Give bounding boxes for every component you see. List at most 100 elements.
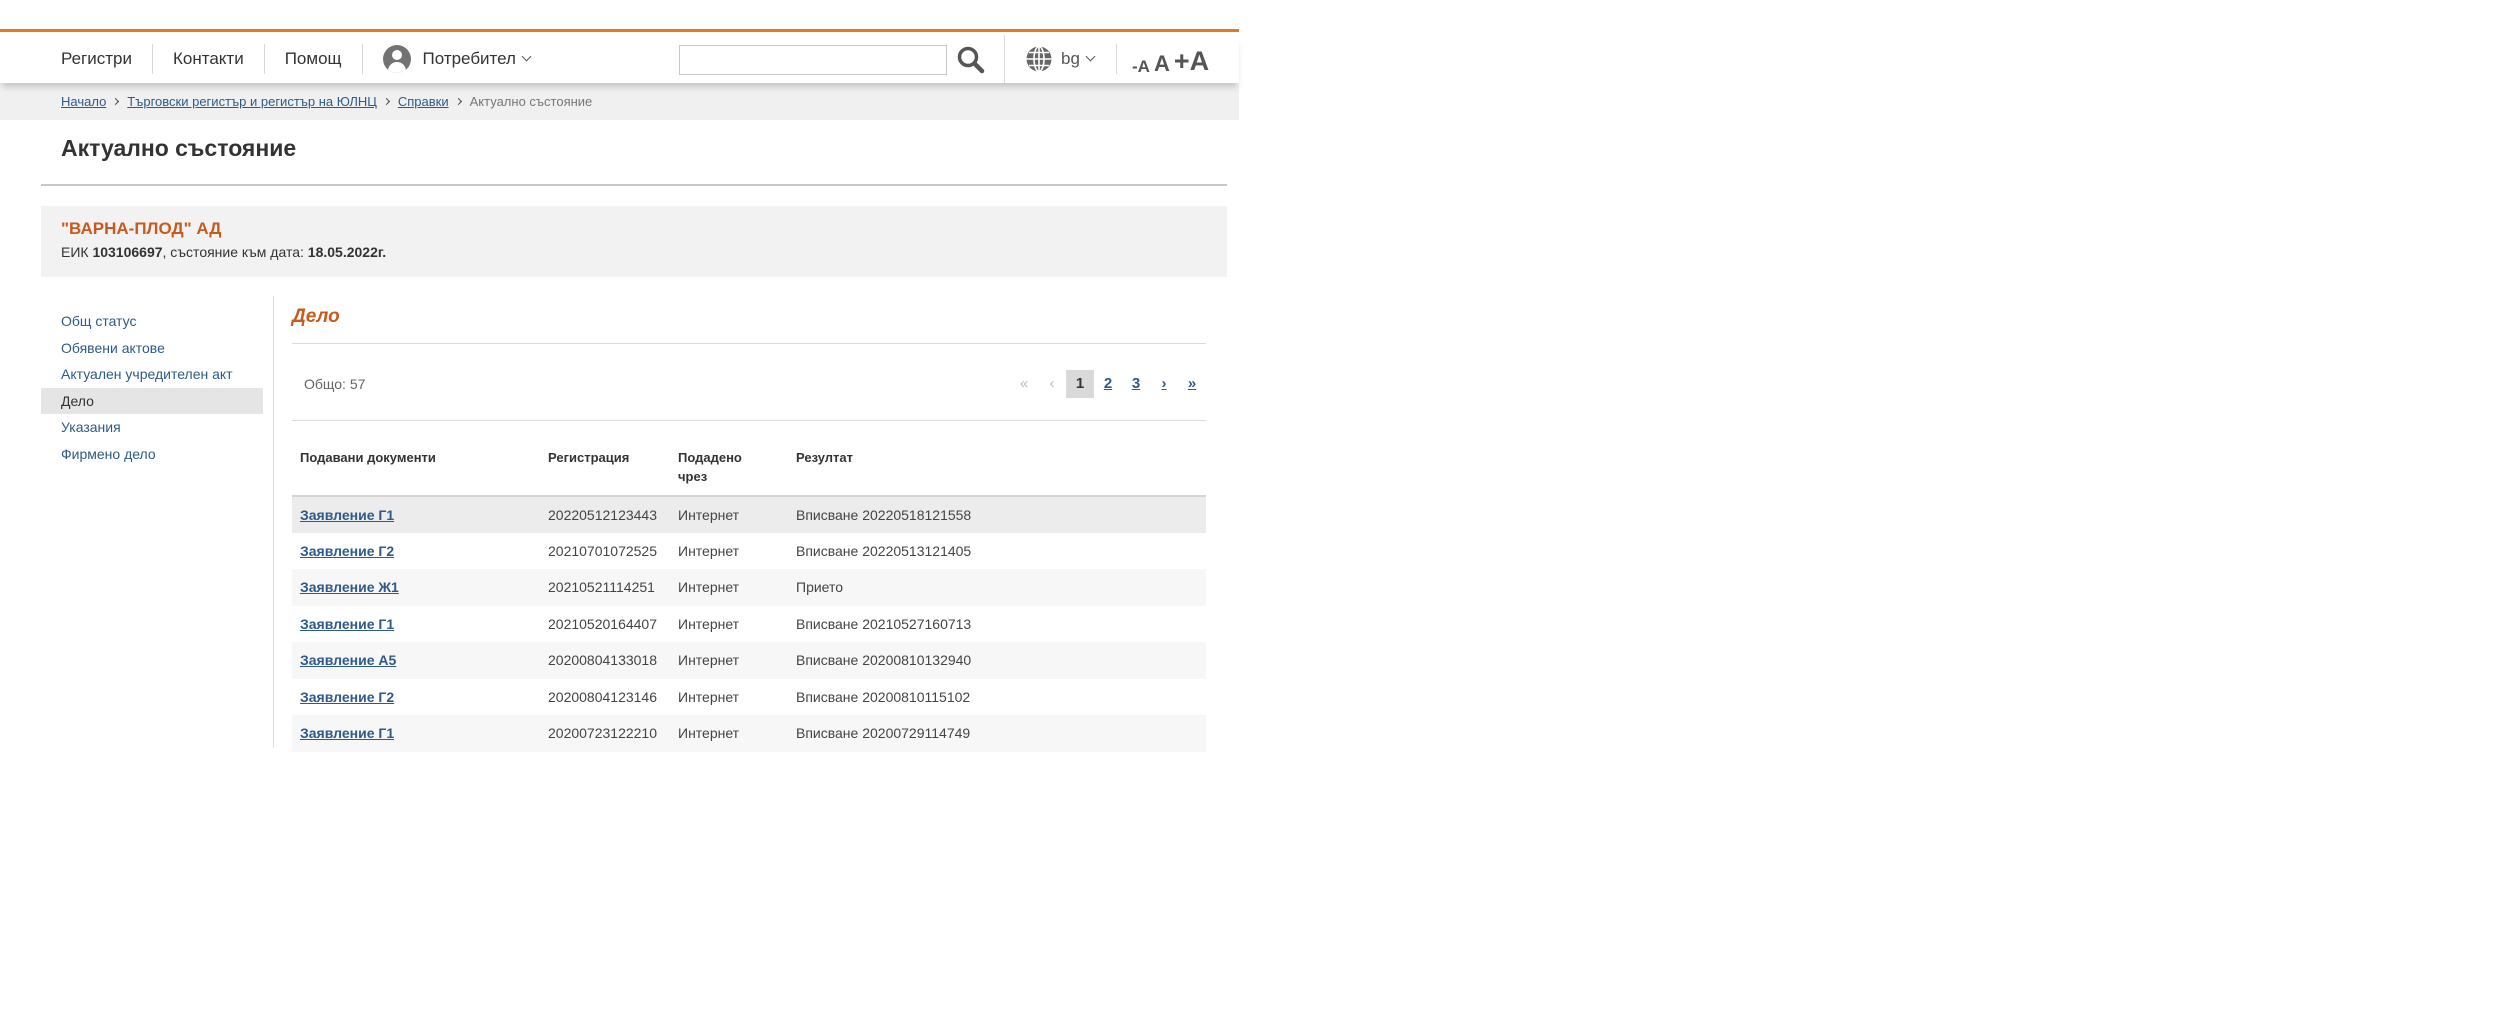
- cell-submitted: Интернет: [670, 605, 788, 642]
- table-row: Заявление А5 20200804133018 Интернет Впи…: [292, 642, 1206, 679]
- company-name: "ВАРНА-ПЛОД" АД: [61, 219, 222, 238]
- sidebar-item-founding-act[interactable]: Актуален учредителен акт: [41, 361, 263, 388]
- sidebar-item-company-file[interactable]: Фирмено дело: [41, 441, 263, 468]
- col-header-submitted-line1: Подадено: [678, 450, 742, 465]
- cell-registration: 20220512123443: [540, 496, 670, 533]
- breadcrumb-reports[interactable]: Справки: [398, 94, 449, 109]
- user-icon: [382, 45, 411, 73]
- cell-submitted: Интернет: [670, 496, 788, 533]
- page-title: Актуално състояние: [61, 135, 297, 161]
- breadcrumb-home[interactable]: Начало: [61, 94, 106, 109]
- nav-contacts[interactable]: Контакти: [153, 44, 265, 74]
- search-icon: [957, 46, 985, 74]
- pagination: « ‹ 1 2 3 › »: [1010, 370, 1206, 398]
- cell-submitted: Интернет: [670, 569, 788, 606]
- main-header: Регистри Контакти Помощ Потребител bg -A…: [0, 35, 1239, 83]
- document-link[interactable]: Заявление Г1: [300, 725, 394, 741]
- pager-page-1[interactable]: 1: [1066, 370, 1094, 398]
- sidebar-item-announced-acts[interactable]: Обявени актове: [41, 335, 263, 362]
- cell-registration: 20200723122210: [540, 715, 670, 752]
- pager-page-3[interactable]: 3: [1122, 370, 1150, 398]
- document-link[interactable]: Заявление Ж1: [300, 579, 399, 595]
- cell-result: Вписване 20220513121405: [788, 532, 1206, 569]
- eik-label: ЕИК: [61, 244, 93, 260]
- cell-submitted: Интернет: [670, 678, 788, 715]
- cell-result: Вписване 20210527160713: [788, 605, 1206, 642]
- font-size-controls: -A A +A: [1132, 43, 1213, 77]
- table-row: Заявление Г1 20220512123443 Интернет Впи…: [292, 496, 1206, 533]
- chevron-right-icon: [454, 97, 462, 106]
- col-header-submitted-line2: чрез: [678, 469, 708, 484]
- table-row: Заявление Г2 20200804123146 Интернет Впи…: [292, 678, 1206, 715]
- pager-first: «: [1019, 375, 1029, 392]
- cell-result: Вписване 20200810115102: [788, 678, 1206, 715]
- cell-submitted: Интернет: [670, 715, 788, 752]
- cell-document: Заявление Г1: [292, 496, 540, 533]
- cell-registration: 20210701072525: [540, 532, 670, 569]
- font-normal-button[interactable]: A: [1154, 53, 1170, 75]
- total-count: Общо: 57: [304, 376, 366, 392]
- cell-document: Заявление Ж1: [292, 569, 540, 606]
- search-button[interactable]: [955, 44, 987, 76]
- cell-document: Заявление Г2: [292, 678, 540, 715]
- cell-document: Заявление Г1: [292, 715, 540, 752]
- cell-document: Заявление Г2: [292, 532, 540, 569]
- chevron-down-icon: [521, 51, 532, 61]
- nav-help[interactable]: Помощ: [265, 44, 363, 74]
- company-panel: "ВАРНА-ПЛОД" АД ЕИК 103106697, състояние…: [41, 206, 1227, 277]
- section-title: Дело: [292, 306, 340, 327]
- language-label: bg: [1061, 49, 1080, 68]
- table-row: Заявление Г2 20210701072525 Интернет Впи…: [292, 532, 1206, 569]
- col-header-result: Резултат: [788, 440, 1206, 497]
- pager-divider: [292, 420, 1206, 421]
- table-header-row: Подавани документи Регистрация Подадено ч…: [292, 440, 1206, 497]
- eik-value: 103106697: [92, 244, 163, 260]
- cell-result: Вписване 20220518121558: [788, 496, 1206, 533]
- font-decrease-button[interactable]: -A: [1132, 58, 1150, 75]
- user-label: Потребител: [422, 49, 516, 68]
- sidebar-item-instructions[interactable]: Указания: [41, 414, 263, 441]
- cell-submitted: Интернет: [670, 532, 788, 569]
- sidebar-item-general-status[interactable]: Общ статус: [41, 308, 263, 335]
- table-row: Заявление Ж1 20210521114251 Интернет При…: [292, 569, 1206, 606]
- search-input[interactable]: [679, 45, 947, 75]
- cell-submitted: Интернет: [670, 642, 788, 679]
- cell-document: Заявление Г1: [292, 605, 540, 642]
- title-divider: [41, 184, 1227, 186]
- header-divider: [1116, 44, 1117, 74]
- globe-icon: [1026, 45, 1052, 73]
- cell-registration: 20210521114251: [540, 569, 670, 606]
- breadcrumb-current: Актуално състояние: [469, 94, 593, 109]
- cell-result: Вписване 20200729114749: [788, 715, 1206, 752]
- pager-last[interactable]: »: [1178, 370, 1206, 398]
- document-link[interactable]: Заявление Г1: [300, 507, 394, 523]
- language-selector[interactable]: bg: [1004, 35, 1096, 83]
- font-increase-button[interactable]: +A: [1174, 48, 1209, 75]
- cell-result: Прието: [788, 569, 1206, 606]
- sidebar-item-case[interactable]: Дело: [41, 387, 263, 414]
- breadcrumb-bar: Начало Търговски регистър и регистър на …: [0, 83, 1239, 120]
- user-menu[interactable]: Потребител: [363, 44, 550, 74]
- table-row: Заявление Г1 20210520164407 Интернет Впи…: [292, 605, 1206, 642]
- documents-table: Подавани документи Регистрация Подадено ч…: [292, 440, 1206, 752]
- document-link[interactable]: Заявление Г1: [300, 616, 394, 632]
- pager-page-2[interactable]: 2: [1094, 370, 1122, 398]
- sidebar-menu: Общ статус Обявени актове Актуален учред…: [41, 308, 263, 467]
- document-link[interactable]: Заявление А5: [300, 652, 396, 668]
- cell-registration: 20200804133018: [540, 642, 670, 679]
- state-date: 18.05.2022г.: [307, 244, 387, 260]
- cell-result: Вписване 20200810132940: [788, 642, 1206, 679]
- company-info: ЕИК 103106697, състояние към дата: 18.05…: [61, 244, 386, 260]
- chevron-right-icon: [112, 97, 120, 106]
- table-row: Заявление Г1 20200723122210 Интернет Впи…: [292, 715, 1206, 752]
- nav-registers[interactable]: Регистри: [40, 44, 153, 74]
- pager-prev: ‹: [1049, 375, 1055, 392]
- document-link[interactable]: Заявление Г2: [300, 689, 394, 705]
- document-link[interactable]: Заявление Г2: [300, 543, 394, 559]
- breadcrumb-trade-register[interactable]: Търговски регистър и регистър на ЮЛНЦ: [127, 94, 377, 109]
- pager-next[interactable]: ›: [1150, 370, 1178, 398]
- cell-registration: 20210520164407: [540, 605, 670, 642]
- sidebar-divider: [273, 296, 274, 748]
- col-header-submitted: Подадено чрез: [670, 440, 788, 497]
- breadcrumb: Начало Търговски регистър и регистър на …: [61, 83, 592, 120]
